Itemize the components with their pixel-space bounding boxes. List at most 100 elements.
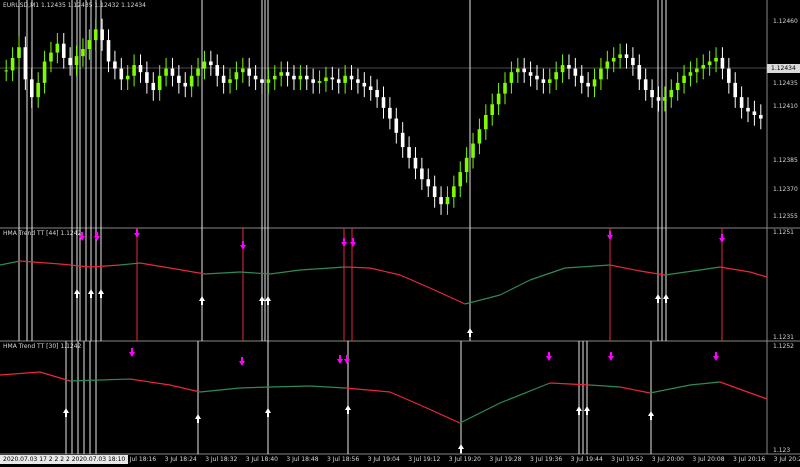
arrow-up-icon [467,328,473,337]
candle-body [29,79,34,98]
candle-body [407,147,411,158]
candle-body [394,118,399,133]
candle-body [631,57,635,66]
candle-body [579,75,584,83]
arrow-up-icon [259,296,265,305]
hma-line-segment [529,267,566,281]
candle-body [663,97,667,101]
candle-body [279,72,283,76]
candle-body [509,72,514,83]
candle-body [528,72,533,76]
indicator-lines [0,260,768,424]
candle-body [4,70,8,72]
indicator2-axis-high: 1.1252 [773,343,794,350]
candle-body [477,129,482,144]
candle-body [605,61,610,69]
hma-line-segment [389,391,421,406]
candle-body [458,172,463,187]
candle-body [298,75,303,80]
candle-body [202,61,207,69]
candlestick-series [4,18,763,215]
arrow-up-icon [655,294,661,303]
candle-body [650,90,654,98]
arrow-up-icon [98,289,104,298]
hma-line-segment [169,267,206,275]
candle-body [381,97,386,108]
candle-body [439,197,443,205]
candle-body [87,40,92,50]
time-label: 3 Jul 20:08 [692,456,725,463]
candle-body [356,79,360,83]
candle-body [445,197,450,205]
time-label: 3 Jul 19:12 [408,456,441,463]
hma-line-segment [419,404,461,424]
main-chart-title: EURUSD,M1 1.12435 1.12435 1.12432 1.1243… [3,2,146,9]
candle-body [196,68,200,76]
candle-body [554,72,558,80]
candle-body [452,186,456,198]
candle-body [138,65,143,73]
hma-line-segment [619,386,651,394]
candle-body [132,65,136,76]
arrow-down-icon [719,234,725,243]
candle-body [484,115,488,130]
candle-body [125,75,130,80]
candle-body [17,47,21,58]
arrow-up-icon [648,411,654,420]
arrow-up-icon [458,444,464,453]
candle-body [496,93,501,105]
candle-body [292,75,296,80]
hma-line-segment [459,402,501,424]
candle-body [209,61,213,66]
price-label: 1.12460 [773,18,798,25]
candle-body [490,104,495,115]
candle-body [675,82,680,91]
candle-body [10,57,15,71]
candle-body [55,43,60,53]
candle-body [81,49,85,57]
hma-line-segment [139,262,171,269]
candle-body [113,61,117,69]
candle-body [746,107,750,112]
time-label: 3 Jul 19:52 [611,456,644,463]
time-label: 3 Jul 18:32 [205,456,238,463]
time-stamp-box: 2020.07.03 17 2 2 2 2 2020.07.03 18:10 [0,455,129,464]
arrow-up-icon [74,289,80,298]
candle-body [624,54,629,58]
hma-line-segment [499,382,551,404]
candle-body [36,82,40,98]
current-price-tag: 1.12434 [767,64,800,73]
candle-body [586,82,590,87]
time-label: 3 Jul 20:00 [651,456,684,463]
candle-body [567,65,571,69]
arrow-down-icon [713,352,719,361]
arrow-up-icon [63,408,69,417]
arrow-down-icon [607,231,613,240]
hma-line-segment [309,385,346,389]
candle-body [183,82,188,87]
candle-body [74,56,79,66]
candle-body [215,65,220,76]
candle-body [599,68,603,80]
candle-body [68,57,72,66]
arrow-down-icon [608,352,614,361]
chart-background [0,0,800,455]
hma-line-segment [99,378,131,381]
price-label: 1.12355 [773,213,798,220]
hma-line-segment [549,382,591,386]
price-label: 1.12435 [773,80,798,87]
candle-body [336,79,341,83]
arrow-down-icon [134,229,140,238]
candle-body [388,107,392,119]
arrow-up-icon [576,406,582,415]
time-label: 3 Jul 19:04 [367,456,400,463]
hma-line-segment [664,269,701,276]
candle-body [260,79,264,83]
candle-body [304,75,309,80]
chart-canvas [0,0,800,455]
candle-body [733,82,738,98]
hma-line-segment [749,271,768,278]
candle-body [151,82,156,91]
arrow-up-icon [345,405,351,414]
hma-line-segment [299,266,346,271]
